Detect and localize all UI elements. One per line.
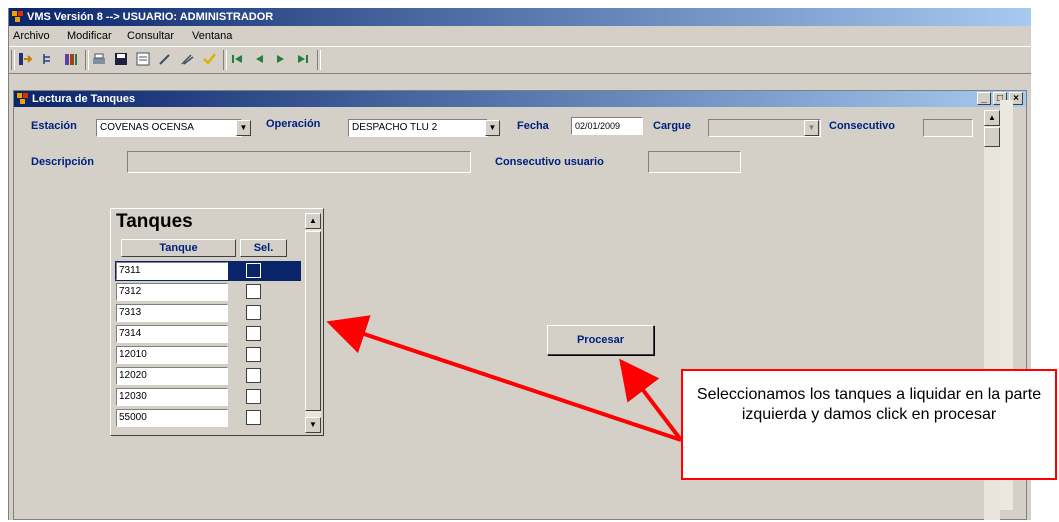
operacion-select[interactable]: DESPACHO TLU 2 xyxy=(348,119,488,137)
app-icon xyxy=(12,11,23,22)
child-window-title: Lectura de Tanques xyxy=(32,93,136,105)
instruction-callout: Seleccionamos los tanques a liquidar en … xyxy=(681,369,1057,480)
exit-icon[interactable] xyxy=(17,51,33,67)
table-row[interactable]: 12030 xyxy=(115,387,301,407)
sel-checkbox[interactable] xyxy=(246,347,261,362)
child-title-bar: Lectura de Tanques _ □ × xyxy=(14,91,1026,107)
sel-checkbox[interactable] xyxy=(246,410,261,425)
consecutivo-label: Consecutivo xyxy=(829,120,896,132)
toolbar-separator xyxy=(11,50,15,70)
sel-checkbox[interactable] xyxy=(246,326,261,341)
window-title: VMS Versión 8 --> USUARIO: ADMINISTRADOR xyxy=(27,11,274,23)
table-row[interactable]: 12010 xyxy=(115,345,301,365)
descripcion-field[interactable] xyxy=(127,151,471,173)
title-bar: VMS Versión 8 --> USUARIO: ADMINISTRADOR xyxy=(9,8,1031,26)
save-icon[interactable] xyxy=(113,51,129,67)
next-record-icon[interactable] xyxy=(273,51,289,67)
operacion-label: Operación xyxy=(266,118,321,130)
cargue-label: Cargue xyxy=(653,120,691,132)
toolbar-separator xyxy=(317,50,321,70)
menu-modificar[interactable]: Modificar xyxy=(67,27,112,45)
estacion-label: Estación xyxy=(31,120,77,132)
tree-icon[interactable] xyxy=(41,51,57,67)
column-header-sel[interactable]: Sel. xyxy=(240,239,287,257)
clear-icon[interactable] xyxy=(179,51,195,67)
scroll-down-icon[interactable]: ▼ xyxy=(305,417,321,433)
minimize-button[interactable]: _ xyxy=(977,92,991,105)
toolbar xyxy=(9,46,1031,74)
menu-ventana[interactable]: Ventana xyxy=(192,27,232,45)
last-record-icon[interactable] xyxy=(295,51,311,67)
sel-checkbox[interactable] xyxy=(246,368,261,383)
menu-archivo[interactable]: Archivo xyxy=(13,27,50,45)
menu-consultar[interactable]: Consultar xyxy=(127,27,174,45)
print-icon[interactable] xyxy=(91,51,107,67)
table-row[interactable]: 12020 xyxy=(115,366,301,386)
library-icon[interactable] xyxy=(63,51,79,67)
estacion-select[interactable]: COVENAS OCENSA xyxy=(96,119,242,137)
form-icon[interactable] xyxy=(135,51,151,67)
descripcion-label: Descripción xyxy=(31,156,94,168)
previous-record-icon[interactable] xyxy=(251,51,267,67)
fecha-field[interactable]: 02/01/2009 xyxy=(571,117,643,135)
procesar-button[interactable]: Procesar xyxy=(547,325,654,355)
form-window-icon xyxy=(17,93,28,104)
tanque-cell[interactable]: 7313 xyxy=(116,304,228,322)
tanque-cell[interactable]: 7311 xyxy=(116,262,228,280)
sel-checkbox[interactable] xyxy=(246,389,261,404)
table-row[interactable]: 7314 xyxy=(115,324,301,344)
toolbar-separator xyxy=(223,50,227,70)
scroll-up-icon[interactable]: ▲ xyxy=(305,213,321,229)
tanques-title: Tanques xyxy=(116,211,193,232)
tanque-cell[interactable]: 7314 xyxy=(116,325,228,343)
scrollbar-thumb[interactable] xyxy=(984,127,1000,147)
table-row[interactable]: 7313 xyxy=(115,303,301,323)
sel-checkbox[interactable] xyxy=(246,263,261,278)
table-row[interactable]: 7311 xyxy=(115,261,301,281)
edit-icon[interactable] xyxy=(157,51,173,67)
consecutivo-usuario-field[interactable] xyxy=(648,151,741,173)
tanque-cell[interactable]: 7312 xyxy=(116,283,228,301)
tanque-cell[interactable]: 12010 xyxy=(116,346,228,364)
sel-checkbox[interactable] xyxy=(246,305,261,320)
column-header-tanque[interactable]: Tanque xyxy=(121,239,236,257)
tanque-cell[interactable]: 12020 xyxy=(116,367,228,385)
fecha-label: Fecha xyxy=(517,120,549,132)
tanque-cell[interactable]: 12030 xyxy=(116,388,228,406)
tanques-block: Tanques Tanque Sel. 7311 7312 7313 7314 … xyxy=(110,208,324,436)
tanques-scrollbar[interactable]: ▲ ▼ xyxy=(305,213,321,433)
chevron-down-icon[interactable]: ▼ xyxy=(485,120,500,136)
chevron-down-icon[interactable]: ▼ xyxy=(804,120,819,136)
chevron-down-icon[interactable]: ▼ xyxy=(236,120,251,136)
table-row[interactable]: 7312 xyxy=(115,282,301,302)
query-icon[interactable] xyxy=(201,51,217,67)
scrollbar-thumb[interactable] xyxy=(305,231,321,411)
tanque-cell[interactable]: 55000 xyxy=(116,409,228,427)
table-row[interactable]: 55000 xyxy=(115,408,301,428)
sel-checkbox[interactable] xyxy=(246,284,261,299)
consecutivo-field[interactable] xyxy=(923,119,973,137)
consecutivo-usuario-label: Consecutivo usuario xyxy=(495,156,604,168)
scroll-up-icon[interactable]: ▲ xyxy=(984,110,1000,126)
first-record-icon[interactable] xyxy=(229,51,245,67)
menu-bar: Archivo Modificar Consultar Ventana xyxy=(9,27,1031,45)
toolbar-separator xyxy=(85,50,89,70)
